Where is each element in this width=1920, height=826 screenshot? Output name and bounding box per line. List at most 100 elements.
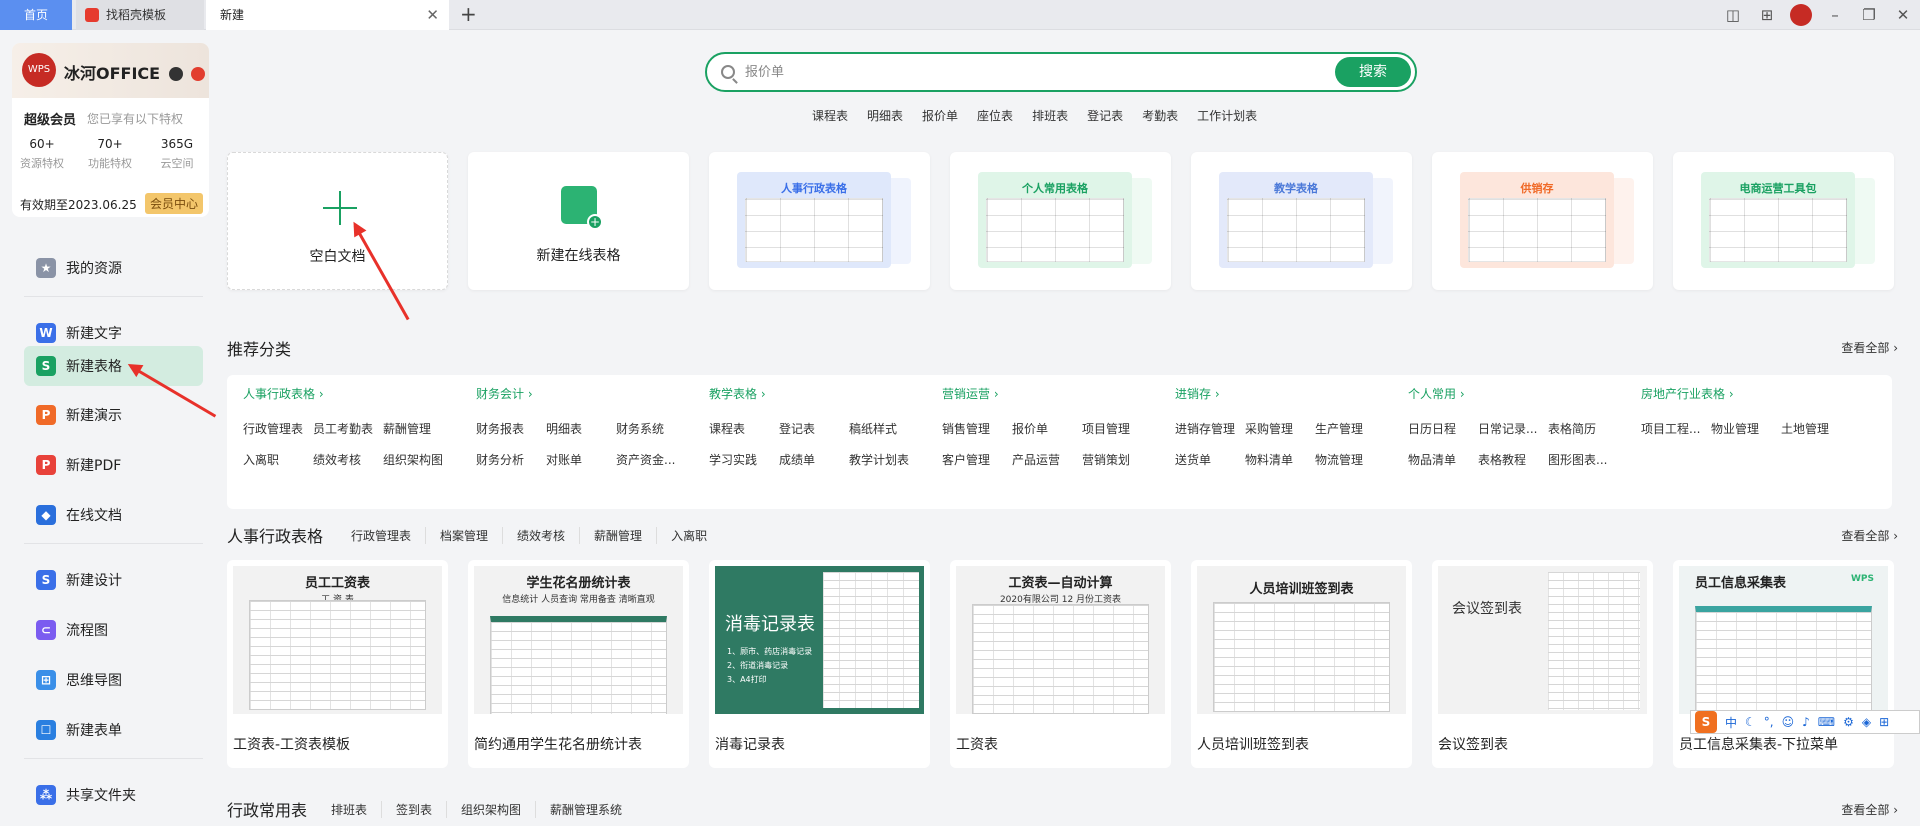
search-input[interactable] [745, 61, 1305, 83]
category-item[interactable]: 物业管理 [1711, 420, 1781, 437]
close-window-icon[interactable]: ✕ [1886, 6, 1920, 24]
template-card[interactable]: 学生花名册统计表 信息统计 人员查询 常用备查 清晰直观 简约通用学生花名册统计… [468, 560, 689, 768]
tab-templates[interactable]: 找稻壳模板 [76, 0, 204, 30]
category-item[interactable]: 营销策划 [1082, 451, 1152, 468]
category-item[interactable]: 入离职 [243, 451, 313, 468]
template-card[interactable]: 消毒记录表 1、顾市、药店消毒记录 2、衔道消毒记录 3、A4打印 消毒记录表 [709, 560, 930, 768]
category-item[interactable]: 员工考勤表 [313, 420, 383, 437]
stat-features[interactable]: 70+ 功能特权 [80, 137, 140, 171]
category-item[interactable]: 土地管理 [1781, 420, 1851, 437]
subtab[interactable]: 薪酬管理系统 [535, 801, 636, 818]
keyboard-icon[interactable]: ⌨ [1818, 715, 1835, 729]
category-item[interactable]: 日常记录... [1478, 420, 1548, 437]
hotword[interactable]: 考勤表 [1142, 107, 1178, 124]
template-card[interactable]: 员工工资表 工 资 表 工资表-工资表模板 [227, 560, 448, 768]
category-item[interactable]: 资产资金... [616, 451, 686, 468]
category-item[interactable]: 财务系统 [616, 420, 686, 437]
category-item[interactable]: 日历日程 [1408, 420, 1478, 437]
emoji-icon[interactable]: ☺ [1782, 715, 1795, 729]
punct-icon[interactable]: °, [1764, 715, 1774, 729]
category-item[interactable]: 课程表 [709, 420, 779, 437]
template-card-inventory[interactable]: 供销存 [1432, 152, 1653, 290]
category-item[interactable]: 图形图表... [1548, 451, 1618, 468]
subtab[interactable]: 薪酬管理 [579, 527, 656, 544]
category-head[interactable]: 营销运营 › [942, 385, 1162, 402]
grid-icon[interactable]: ⊞ [1879, 715, 1889, 729]
sidebar-item-shared-folder[interactable]: ⁂ 共享文件夹 [24, 775, 203, 815]
template-card[interactable]: 工资表—自动计算 2020有限公司 12 月份工资表 工资表 [950, 560, 1171, 768]
category-item[interactable]: 销售管理 [942, 420, 1012, 437]
sidebar-item-flowchart[interactable]: ⊂ 流程图 [24, 610, 203, 650]
new-tab-icon[interactable]: + [460, 0, 477, 30]
hotword[interactable]: 工作计划表 [1197, 107, 1257, 124]
grid-icon[interactable]: ⊞ [1750, 6, 1784, 24]
category-head[interactable]: 教学表格 › [709, 385, 929, 402]
category-head[interactable]: 房地产行业表格 › [1641, 385, 1861, 402]
sidebar-item-new-form[interactable]: ☐ 新建表单 [24, 710, 203, 750]
category-item[interactable]: 表格教程 [1478, 451, 1548, 468]
category-item[interactable]: 绩效考核 [313, 451, 383, 468]
hotword[interactable]: 明细表 [867, 107, 903, 124]
category-item[interactable]: 学习实践 [709, 451, 779, 468]
category-item[interactable]: 成绩单 [779, 451, 849, 468]
minimize-icon[interactable]: – [1818, 6, 1852, 24]
category-item[interactable]: 物品清单 [1408, 451, 1478, 468]
category-item[interactable]: 薪酬管理 [383, 420, 453, 437]
new-online-sheet-card[interactable]: + 新建在线表格 [468, 152, 689, 290]
subtab[interactable]: 排班表 [317, 801, 381, 818]
sidebar-item-new-design[interactable]: S 新建设计 [24, 560, 203, 600]
blank-document-card[interactable]: 空白文档 [227, 152, 448, 290]
subtab[interactable]: 绩效考核 [502, 527, 579, 544]
tab-new[interactable]: 新建 ✕ [206, 0, 449, 30]
category-item[interactable]: 财务报表 [476, 420, 546, 437]
category-item[interactable]: 对账单 [546, 451, 616, 468]
category-item[interactable]: 表格简历 [1548, 420, 1618, 437]
close-icon[interactable]: ✕ [426, 0, 439, 30]
sidebar-item-new-presentation[interactable]: P 新建演示 [24, 395, 203, 435]
sidebar-item-mindmap[interactable]: ⊞ 思维导图 [24, 660, 203, 700]
category-head[interactable]: 人事行政表格 › [243, 385, 463, 402]
category-item[interactable]: 产品运营 [1012, 451, 1082, 468]
hotword[interactable]: 报价单 [922, 107, 958, 124]
category-item[interactable]: 明细表 [546, 420, 616, 437]
category-item[interactable]: 报价单 [1012, 420, 1082, 437]
hr-see-all-link[interactable]: 查看全部 › [1841, 527, 1898, 544]
ime-lang[interactable]: 中 [1725, 714, 1737, 731]
subtab[interactable]: 签到表 [381, 801, 446, 818]
template-card-ecommerce[interactable]: 电商运营工具包 [1673, 152, 1894, 290]
category-item[interactable]: 行政管理表 [243, 420, 313, 437]
subtab[interactable]: 档案管理 [425, 527, 502, 544]
member-center-button[interactable]: 会员中心 [145, 193, 204, 214]
see-all-link[interactable]: 查看全部 › [1841, 339, 1898, 356]
admin-see-all-link[interactable]: 查看全部 › [1841, 801, 1898, 818]
category-head[interactable]: 财务会计 › [476, 385, 696, 402]
category-item[interactable]: 教学计划表 [849, 451, 919, 468]
hotword[interactable]: 课程表 [812, 107, 848, 124]
category-item[interactable]: 财务分析 [476, 451, 546, 468]
category-item[interactable]: 生产管理 [1315, 420, 1385, 437]
category-item[interactable]: 客户管理 [942, 451, 1012, 468]
skin-icon[interactable]: ◈ [1862, 715, 1871, 729]
subtab[interactable]: 组织架构图 [446, 801, 535, 818]
subtab[interactable]: 行政管理表 [337, 527, 425, 544]
category-head[interactable]: 进销存 › [1175, 385, 1395, 402]
restore-icon[interactable]: ❐ [1852, 6, 1886, 24]
category-item[interactable]: 进销存管理 [1175, 420, 1245, 437]
category-head[interactable]: 个人常用 › [1408, 385, 1628, 402]
template-card-teaching[interactable]: 教学表格 [1191, 152, 1412, 290]
ime-toolbar[interactable]: S 中 ☾ °, ☺ ♪ ⌨ ⚙ ◈ ⊞ [1690, 710, 1920, 734]
template-card[interactable]: 员工信息采集表 WPS 员工信息采集表-下拉菜单 [1673, 560, 1894, 768]
hotword[interactable]: 座位表 [977, 107, 1013, 124]
sidebar-item-online-doc[interactable]: ◆ 在线文档 [24, 495, 203, 535]
category-item[interactable]: 送货单 [1175, 451, 1245, 468]
tools-icon[interactable]: ⚙ [1843, 715, 1854, 729]
layout-icon[interactable]: ◫ [1716, 6, 1750, 24]
template-card-personal[interactable]: 个人常用表格 [950, 152, 1171, 290]
tab-home[interactable]: 首页 [0, 0, 72, 30]
category-item[interactable]: 物料清单 [1245, 451, 1315, 468]
moon-icon[interactable]: ☾ [1745, 715, 1756, 729]
category-item[interactable]: 采购管理 [1245, 420, 1315, 437]
sidebar-item-my-resources[interactable]: ★ 我的资源 [24, 248, 203, 288]
subtab[interactable]: 入离职 [656, 527, 721, 544]
category-item[interactable]: 组织架构图 [383, 451, 453, 468]
